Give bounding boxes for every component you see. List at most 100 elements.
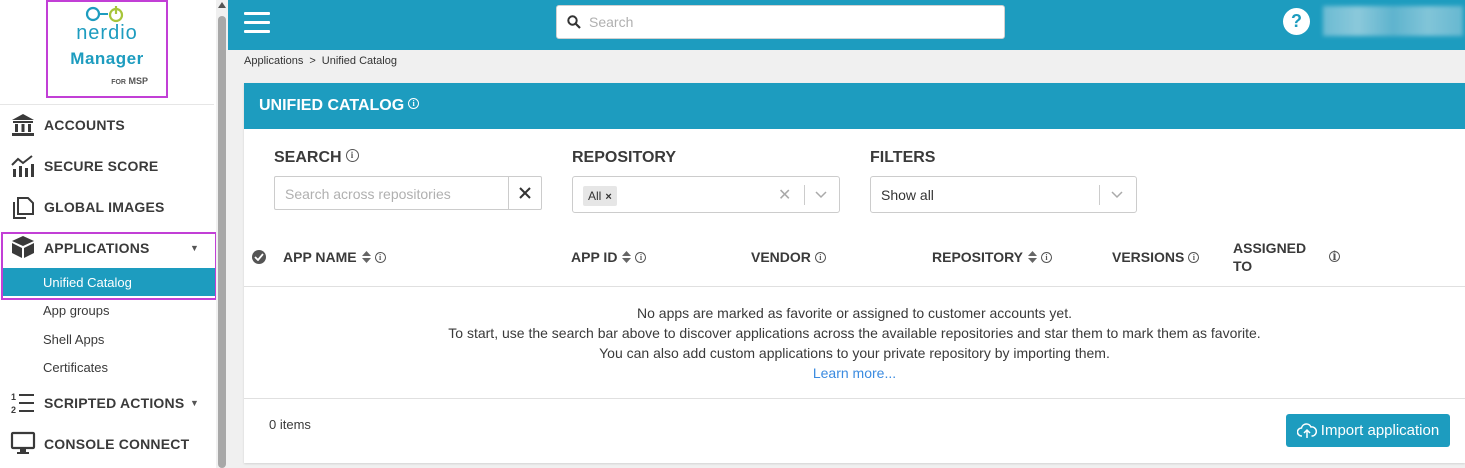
column-label: APP NAME <box>283 249 357 265</box>
card-header: UNIFIED CATALOG i <box>244 83 1465 129</box>
sidebar-item-scripted-actions[interactable]: 1 2 SCRIPTED ACTIONS ▼ <box>0 383 214 423</box>
info-icon[interactable]: i <box>1329 250 1340 264</box>
chevron-down-icon: ▼ <box>190 243 199 253</box>
search-label-text: SEARCH <box>274 149 342 166</box>
sidebar-scrollbar[interactable] <box>216 0 228 468</box>
filters-select[interactable]: Show all <box>870 176 1137 213</box>
info-icon[interactable]: i <box>1188 251 1200 263</box>
import-button-label: Import application <box>1320 422 1440 439</box>
chart-icon <box>11 155 34 177</box>
sidebar-item-label: CONSOLE CONNECT <box>44 436 190 452</box>
copy-icon <box>13 197 34 219</box>
info-icon[interactable]: i <box>1041 251 1053 263</box>
chevron-down-icon: ▼ <box>190 398 199 408</box>
select-all-checkbox[interactable] <box>252 250 266 264</box>
column-app-name[interactable]: APP NAME i <box>283 249 386 265</box>
catalog-search-input[interactable] <box>285 184 505 204</box>
chip-remove-icon[interactable]: × <box>605 191 611 203</box>
column-label: ASSIGNED <box>1233 240 1307 256</box>
chevron-down-icon[interactable] <box>814 187 828 201</box>
catalog-search[interactable] <box>274 176 542 210</box>
breadcrumb-applications[interactable]: Applications <box>244 55 303 67</box>
search-label: SEARCH i <box>274 149 359 167</box>
help-icon[interactable]: ? <box>1283 8 1310 35</box>
clear-search-button[interactable] <box>508 177 541 209</box>
unified-catalog-card: UNIFIED CATALOGi SEARCHi REPOSITORY All×… <box>244 83 1465 463</box>
learn-more-link[interactable]: Learn more... <box>244 365 1465 381</box>
column-versions[interactable]: VERSIONS i <box>1112 249 1200 265</box>
item-count: 0 items <box>269 417 311 432</box>
page-title-text: UNIFIED CATALOG <box>259 97 405 114</box>
column-label: REPOSITORY <box>932 249 1024 265</box>
sidebar-item-global-images[interactable]: GLOBAL IMAGES <box>0 187 214 227</box>
filters-value: Show all <box>881 187 934 203</box>
logo[interactable]: nerdio Manager FOR MSP <box>46 0 168 98</box>
sidebar-item-applications[interactable]: APPLICATIONS ▼ <box>0 228 214 268</box>
bank-icon <box>12 114 34 136</box>
empty-message-line: No apps are marked as favorite or assign… <box>637 305 1072 321</box>
global-search[interactable] <box>556 5 1005 39</box>
page-title: UNIFIED CATALOG i <box>259 97 420 115</box>
breadcrumb-separator: > <box>309 55 316 67</box>
sidebar-item-label: ACCOUNTS <box>44 117 125 133</box>
info-icon[interactable]: i <box>408 98 420 110</box>
repository-chip-label: All <box>588 189 602 203</box>
check-icon <box>254 253 264 261</box>
search-icon <box>567 15 581 29</box>
clear-repository-icon[interactable]: ✕ <box>778 185 791 205</box>
info-icon[interactable]: i <box>345 149 359 163</box>
logo-mark-icon <box>85 6 124 23</box>
column-vendor[interactable]: VENDOR i <box>751 249 826 265</box>
sidebar-subitem-certificates[interactable]: Certificates <box>43 360 108 375</box>
box-icon <box>12 236 34 258</box>
empty-message-line: To start, use the search bar above to di… <box>448 325 1261 341</box>
sort-icon[interactable] <box>622 251 632 264</box>
sidebar-subitem-app-groups[interactable]: App groups <box>43 303 110 318</box>
column-repository[interactable]: REPOSITORY i <box>932 249 1053 265</box>
info-icon[interactable]: i <box>814 251 826 263</box>
sort-icon[interactable] <box>1028 251 1038 264</box>
column-label: VERSIONS <box>1112 249 1185 265</box>
column-label: VENDOR <box>751 249 811 265</box>
info-icon[interactable]: i <box>374 251 386 263</box>
global-search-input[interactable] <box>589 11 989 33</box>
sidebar-item-accounts[interactable]: ACCOUNTS <box>0 105 214 145</box>
hamburger-menu-icon[interactable] <box>244 12 270 34</box>
repository-select[interactable]: All × ✕ <box>572 176 840 213</box>
sidebar-item-label: GLOBAL IMAGES <box>44 199 165 215</box>
select-separator <box>1099 185 1100 205</box>
logo-msp: FOR MSP <box>111 76 148 86</box>
column-label: APP ID <box>571 249 618 265</box>
repository-chip: All × <box>583 186 617 206</box>
info-icon[interactable]: i <box>635 251 647 263</box>
filters-label: FILTERS <box>870 149 936 166</box>
sort-icon[interactable] <box>361 251 371 264</box>
sidebar-item-secure-score[interactable]: SECURE SCORE <box>0 146 214 186</box>
repository-label: REPOSITORY <box>572 149 677 166</box>
sidebar-item-label: APPLICATIONS <box>44 240 150 256</box>
import-application-button[interactable]: Import application <box>1286 414 1450 447</box>
user-menu[interactable] <box>1323 6 1463 36</box>
svg-text:2: 2 <box>11 405 16 415</box>
sidebar-subitem-shell-apps[interactable]: Shell Apps <box>43 332 104 347</box>
scroll-up-icon[interactable] <box>218 2 226 8</box>
column-app-id[interactable]: APP ID i <box>571 249 647 265</box>
sidebar-item-label: SCRIPTED ACTIONS <box>44 395 185 411</box>
empty-message-line: You can also add custom applications to … <box>599 345 1110 361</box>
scroll-thumb[interactable] <box>218 16 226 468</box>
sidebar-item-console-connect[interactable]: CONSOLE CONNECT <box>0 424 214 464</box>
select-separator <box>804 185 805 205</box>
breadcrumb-current: Unified Catalog <box>321 55 397 67</box>
sidebar-item-label: SECURE SCORE <box>44 158 159 174</box>
numbered-list-icon: 1 2 <box>11 392 34 415</box>
sidebar-subitem-label: Unified Catalog <box>43 275 132 290</box>
column-label-line2: TO <box>1233 258 1253 274</box>
chevron-down-icon[interactable] <box>1110 187 1124 201</box>
logo-product: Manager <box>70 49 144 68</box>
logo-msp-label: MSP <box>128 76 148 86</box>
cloud-upload-icon <box>1296 422 1317 438</box>
logo-brand: nerdio <box>76 22 138 44</box>
close-icon <box>519 187 531 199</box>
monitor-icon <box>10 431 36 454</box>
column-assigned-to[interactable]: ASSIGNED TO <box>1233 239 1306 275</box>
